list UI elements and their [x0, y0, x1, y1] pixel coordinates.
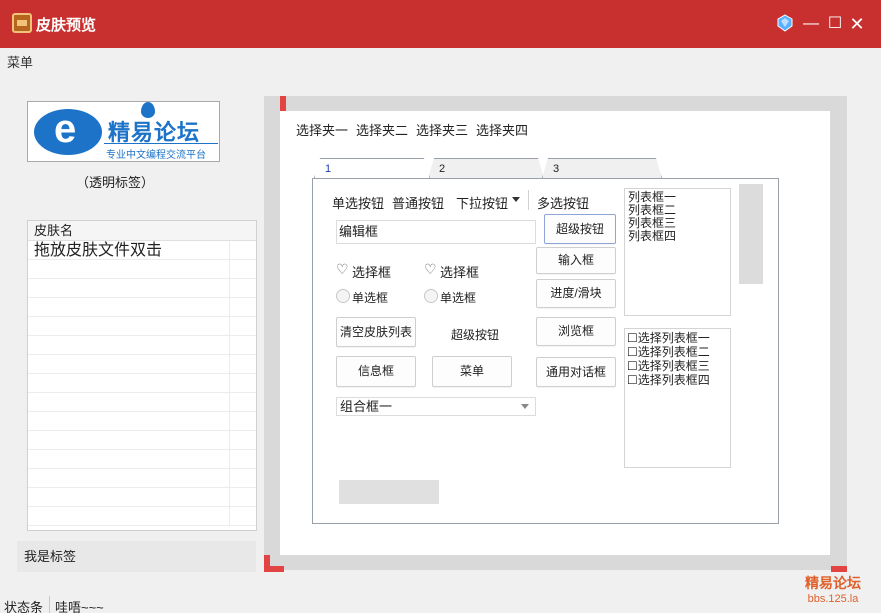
edit-box[interactable]: 编辑框 [336, 220, 536, 244]
bottom-label: 我是标签 [17, 541, 256, 572]
check-list-item[interactable]: ☐选择列表框三 [627, 359, 728, 373]
info-box-button[interactable]: 信息框 [336, 356, 416, 387]
dropdown-button-label[interactable]: 下拉按钮 [456, 193, 508, 212]
maximize-button[interactable]: ☐ [825, 14, 845, 34]
skin-list[interactable]: 皮肤名 拖放皮肤文件双击 [27, 220, 257, 531]
dropdown-arrow-icon[interactable] [512, 197, 520, 202]
heart-icon[interactable]: ♡ [424, 261, 437, 278]
status-bar: 状态条 哇唔~~~ [0, 596, 881, 613]
table-row[interactable] [28, 260, 256, 279]
common-dialog-button[interactable]: 通用对话框 [536, 357, 616, 387]
logo-e-icon [34, 107, 102, 155]
status-divider [49, 596, 50, 613]
menu-item-main[interactable]: 菜单 [7, 52, 33, 71]
clear-skin-list-button[interactable]: 清空皮肤列表 [336, 317, 416, 347]
table-row[interactable] [28, 431, 256, 450]
chevron-down-icon[interactable] [521, 404, 529, 409]
table-row[interactable] [28, 393, 256, 412]
heart-icon[interactable]: ♡ [336, 261, 349, 278]
table-row[interactable] [28, 279, 256, 298]
corner-mark [831, 566, 847, 572]
combo-box[interactable]: 组合框一 [336, 397, 536, 416]
radio-2-icon[interactable] [424, 289, 438, 303]
radio-1-icon[interactable] [336, 289, 350, 303]
selector-tab-1[interactable]: 选择夹一 [296, 120, 348, 139]
scrollbar[interactable] [739, 184, 763, 284]
check-list-box[interactable]: ☐选择列表框一 ☐选择列表框二 ☐选择列表框三 ☐选择列表框四 [624, 328, 731, 468]
status-left: 状态条 [4, 600, 44, 613]
table-row[interactable] [28, 298, 256, 317]
radio-button-label[interactable]: 单选按钮 [332, 193, 384, 212]
logo: 精易论坛 专业中文编程交流平台 [27, 101, 220, 162]
window-title: 皮肤预览 [36, 17, 97, 34]
normal-button-label[interactable]: 普通按钮 [392, 193, 444, 212]
logo-subtitle: 专业中文编程交流平台 [106, 150, 206, 161]
selector-tab-4[interactable]: 选择夹四 [476, 120, 528, 139]
multi-select-button-label[interactable]: 多选按钮 [537, 193, 589, 212]
watermark: 精易论坛 bbs.125.la [805, 573, 861, 605]
corner-mark [264, 566, 284, 572]
watermark-url: bbs.125.la [807, 593, 859, 605]
table-row[interactable] [28, 336, 256, 355]
checkbox-1-label[interactable]: 选择框 [352, 262, 391, 281]
table-row[interactable] [28, 450, 256, 469]
table-row[interactable] [28, 355, 256, 374]
check-list-item[interactable]: ☐选择列表框二 [627, 345, 728, 359]
status-right: 哇唔~~~ [55, 600, 104, 613]
check-list-item[interactable]: ☐选择列表框四 [627, 373, 728, 387]
title-bar: 皮肤预览 — ☐ ✕ [0, 0, 881, 48]
watermark-title: 精易论坛 [805, 575, 861, 591]
checkbox-2-label[interactable]: 选择框 [440, 262, 479, 281]
corner-mark [280, 96, 286, 111]
minimize-button[interactable]: — [801, 14, 821, 34]
toolbar-separator [528, 190, 529, 210]
list-item[interactable]: 列表框四 [628, 230, 727, 243]
logo-divider [104, 143, 218, 144]
combo-box-value: 组合框一 [340, 399, 393, 414]
super-button-2[interactable]: 超级按钮 [451, 326, 499, 343]
table-row[interactable] [28, 488, 256, 507]
table-row[interactable] [28, 412, 256, 431]
skin-name-cell: 拖放皮肤文件双击 [34, 242, 163, 259]
menu-button[interactable]: 菜单 [432, 356, 512, 387]
radio-2-label[interactable]: 单选框 [440, 289, 476, 306]
input-box-button[interactable]: 输入框 [536, 247, 616, 274]
table-row[interactable] [28, 317, 256, 336]
list-box[interactable]: 列表框一 列表框二 列表框三 列表框四 [624, 188, 731, 316]
selector-tab-2[interactable]: 选择夹二 [356, 120, 408, 139]
skin-icon[interactable] [775, 14, 795, 34]
app-icon [12, 13, 32, 33]
close-button[interactable]: ✕ [847, 14, 867, 34]
radio-1-label[interactable]: 单选框 [352, 289, 388, 306]
table-row[interactable] [28, 507, 256, 526]
menu-bar: 菜单 [0, 48, 881, 70]
progress-slider-button[interactable]: 进度/滑块 [536, 279, 616, 308]
tab-1[interactable]: 1 [314, 158, 430, 178]
progress-bar [339, 480, 439, 504]
tab-2[interactable]: 2 [428, 158, 544, 178]
table-row[interactable]: 拖放皮肤文件双击 [28, 241, 256, 260]
selector-tab-3[interactable]: 选择夹三 [416, 120, 468, 139]
tab-3[interactable]: 3 [542, 158, 662, 178]
skin-list-header[interactable]: 皮肤名 [28, 221, 256, 241]
table-row[interactable] [28, 374, 256, 393]
table-row[interactable] [28, 469, 256, 488]
check-list-item[interactable]: ☐选择列表框一 [627, 331, 728, 345]
browse-box-button[interactable]: 浏览框 [536, 317, 616, 346]
super-button[interactable]: 超级按钮 [544, 214, 616, 244]
transparent-label: （透明标签） [76, 175, 155, 190]
